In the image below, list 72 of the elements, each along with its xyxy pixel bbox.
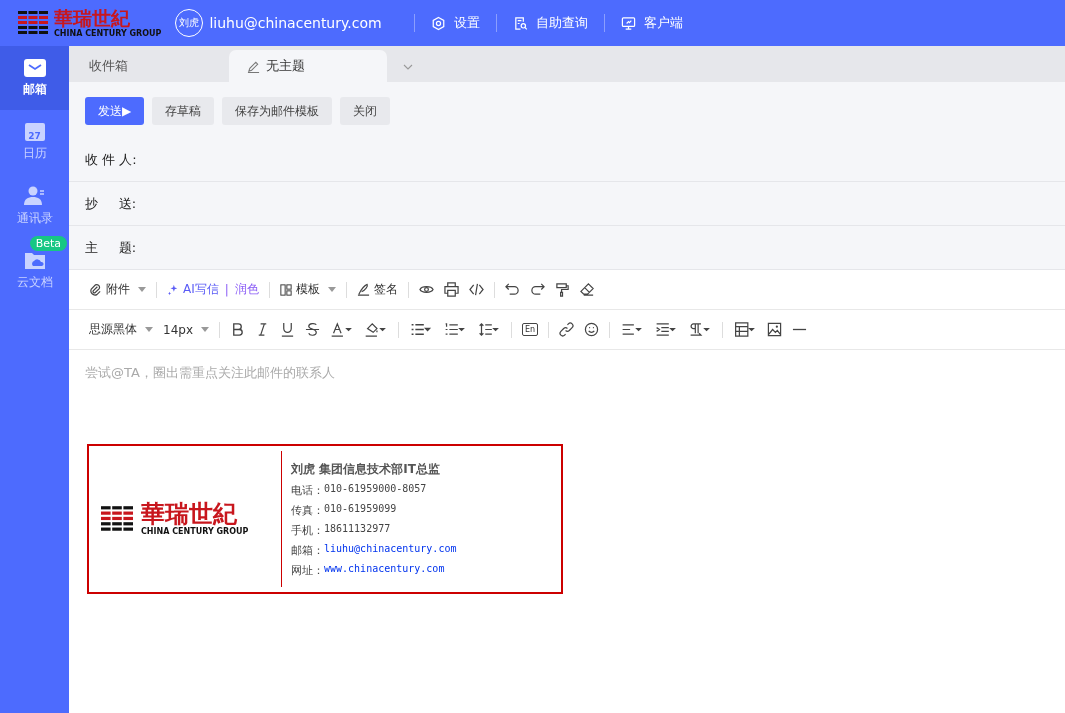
settings-icon[interactable] <box>430 15 446 31</box>
polish-button[interactable]: 润色 <box>234 281 259 298</box>
beta-badge: Beta <box>29 236 67 251</box>
action-button[interactable]: 关闭 <box>340 97 391 125</box>
font-size-select[interactable]: 14px <box>163 322 209 337</box>
language-button[interactable]: En <box>522 323 539 336</box>
divider-glyph: | <box>224 282 229 297</box>
emoji-icon[interactable] <box>584 322 600 337</box>
signature-label: 手机： <box>291 522 324 538</box>
signature-link[interactable]: www.chinacentury.com <box>324 562 445 578</box>
field-label: 收 件 人: <box>85 150 137 169</box>
signature-button[interactable]: 签名 <box>356 281 398 298</box>
attach-menu[interactable]: 附件 <box>89 281 146 298</box>
font-family-select[interactable]: 思源黑体 <box>89 321 153 338</box>
signature-value: 18611132977 <box>324 522 391 536</box>
eraser-icon[interactable] <box>579 282 595 297</box>
header-link[interactable]: 客户端 <box>643 14 683 32</box>
signature-link[interactable]: liuhu@chinacentury.com <box>324 542 457 558</box>
layout-icon <box>279 283 292 296</box>
action-button[interactable]: 保存为邮件模板 <box>222 97 333 125</box>
tab[interactable]: 无主题 <box>229 50 387 82</box>
format-painter-icon[interactable] <box>554 282 570 297</box>
signature-title: 集团信息技术部IT总监 <box>319 461 440 476</box>
signature-value: 010-61959000-8057 <box>324 482 427 496</box>
sparkle-icon <box>167 283 179 296</box>
redo-icon[interactable] <box>529 282 545 297</box>
strikethrough-icon[interactable] <box>305 322 320 337</box>
input-field[interactable]: 收 件 人: <box>69 138 1065 182</box>
logo-icon <box>101 506 133 532</box>
calendar-icon: 27 <box>24 122 45 141</box>
monitor-icon[interactable] <box>620 15 636 31</box>
header-link[interactable]: 设置 <box>453 14 480 32</box>
field-label: 抄 送: <box>85 194 137 213</box>
ai-write-button[interactable]: AI写信 <box>167 281 219 298</box>
undo-icon[interactable] <box>504 282 520 297</box>
signature-label: 网址： <box>291 562 324 578</box>
signature-name: 刘虎 <box>291 461 315 476</box>
envelope-icon <box>23 58 46 77</box>
image-icon[interactable] <box>767 322 783 337</box>
logo-icon <box>18 11 48 35</box>
logo-name: 華瑞世紀 <box>54 8 131 28</box>
signature-label: 邮箱： <box>291 542 324 558</box>
logo-tagline: CHINA CENTURY GROUP <box>141 528 249 536</box>
template-menu[interactable]: 模板 <box>279 281 336 298</box>
field-label: 主 题: <box>85 238 137 257</box>
link-icon[interactable] <box>559 322 575 337</box>
numbered-list-icon[interactable] <box>443 322 467 337</box>
underline-icon[interactable] <box>280 322 295 337</box>
line-height-icon[interactable] <box>477 322 501 337</box>
account-email: liuhu@chinacentury.com <box>209 15 382 31</box>
document-search-icon[interactable] <box>512 15 528 31</box>
print-icon[interactable] <box>443 282 459 297</box>
paperclip-icon <box>89 283 102 296</box>
bullet-list-icon[interactable] <box>409 322 433 337</box>
tab[interactable]: 收件箱 <box>71 50 229 82</box>
highlight-icon[interactable] <box>364 322 388 337</box>
font-color-icon[interactable] <box>330 322 354 337</box>
sidebar-item[interactable]: 邮箱 <box>0 46 69 110</box>
pencil-icon <box>247 59 260 73</box>
signature-label: 电话： <box>291 482 324 498</box>
bold-icon[interactable] <box>230 322 245 337</box>
send-button[interactable]: 发送▶ <box>85 97 145 125</box>
signature-label: 传真： <box>291 502 324 518</box>
input-field[interactable]: 抄 送: <box>69 182 1065 226</box>
signature-value: 010-61959099 <box>324 502 397 516</box>
logo-name: 華瑞世紀 <box>141 502 237 526</box>
person-icon <box>23 185 46 206</box>
code-icon[interactable] <box>468 282 484 297</box>
action-button[interactable]: 存草稿 <box>152 97 215 125</box>
pen-icon <box>356 283 370 296</box>
logo-tagline: CHINA CENTURY GROUP <box>54 29 162 38</box>
header-link[interactable]: 自助查询 <box>535 14 588 32</box>
